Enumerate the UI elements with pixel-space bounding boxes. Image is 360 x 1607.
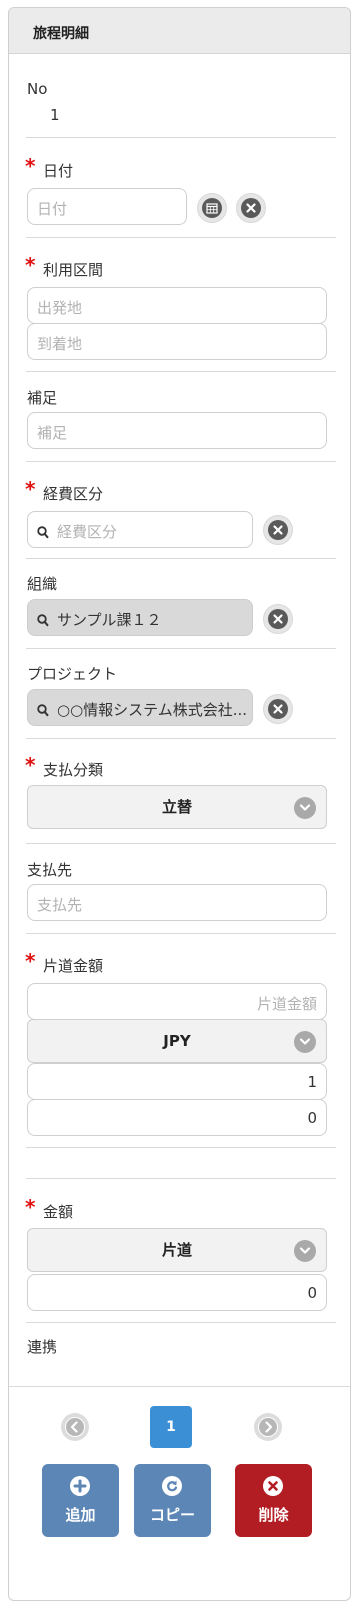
- departure-input[interactable]: 出発地: [27, 287, 327, 324]
- divider: [26, 1322, 336, 1323]
- expense-category-placeholder: 経費区分: [57, 523, 118, 541]
- chevron-left-icon: [66, 1418, 84, 1436]
- delete-button[interactable]: 削除: [235, 1464, 312, 1537]
- date-input[interactable]: 日付: [27, 188, 187, 225]
- divider: [26, 1147, 336, 1148]
- chevron-down-icon: [294, 1031, 316, 1053]
- trip-type-select[interactable]: 片道: [27, 1228, 327, 1272]
- one-way-amount-input[interactable]: 片道金額: [27, 983, 327, 1020]
- search-icon: [37, 526, 49, 539]
- project-label: プロジェクト: [27, 665, 118, 683]
- chevron-right-icon: [259, 1418, 277, 1436]
- divider: [26, 1178, 336, 1179]
- add-button[interactable]: 追加: [42, 1464, 119, 1537]
- exchange-rate-input[interactable]: 1: [27, 1063, 327, 1100]
- divider: [26, 933, 336, 934]
- next-page-button[interactable]: [254, 1413, 282, 1441]
- expense-category-label: * 経費区分: [25, 477, 104, 503]
- divider: [26, 371, 336, 372]
- organization-search[interactable]: サンプル課１２: [27, 599, 253, 636]
- divider: [9, 1386, 350, 1387]
- payment-class-label: * 支払分類: [25, 753, 104, 779]
- link-label: 連携: [27, 1338, 58, 1356]
- divider: [26, 137, 336, 138]
- organization-value: サンプル課１２: [57, 611, 162, 629]
- supplement-label: 補足: [27, 389, 58, 407]
- calendar-button[interactable]: [197, 193, 227, 223]
- required-mark: *: [25, 753, 36, 777]
- divider: [26, 738, 336, 739]
- converted-amount-input[interactable]: 0: [27, 1099, 327, 1136]
- amount-input[interactable]: 0: [27, 1274, 327, 1311]
- panel-title: 旅程明細: [9, 8, 350, 54]
- no-label: No: [27, 80, 48, 98]
- prev-page-button[interactable]: [61, 1413, 89, 1441]
- payment-class-select[interactable]: 立替: [27, 785, 327, 829]
- add-button-label: 追加: [65, 1506, 96, 1524]
- delete-button-label: 削除: [258, 1506, 289, 1524]
- divider: [26, 843, 336, 844]
- currency-select[interactable]: JPY: [27, 1019, 327, 1063]
- clear-icon: [241, 198, 261, 218]
- trip-type-value: 片道: [161, 1241, 192, 1259]
- clear-organization-button[interactable]: [263, 604, 293, 634]
- divider: [26, 461, 336, 462]
- project-value: ○○情報システム株式会社...: [57, 701, 248, 719]
- clear-date-button[interactable]: [236, 193, 266, 223]
- calendar-icon: [202, 198, 222, 218]
- divider: [26, 648, 336, 649]
- clear-project-button[interactable]: [263, 694, 293, 724]
- payee-input[interactable]: 支払先: [27, 884, 327, 921]
- refresh-icon: [162, 1476, 182, 1496]
- search-icon: [37, 614, 49, 627]
- one-way-amount-label: * 片道金額: [25, 949, 104, 975]
- no-value: 1: [50, 106, 60, 124]
- organization-label: 組織: [27, 575, 58, 593]
- clear-expense-category-button[interactable]: [263, 515, 293, 545]
- arrival-input[interactable]: 到着地: [27, 323, 327, 360]
- expense-category-search[interactable]: 経費区分: [27, 511, 253, 548]
- chevron-down-icon: [294, 1240, 316, 1262]
- copy-button-label: コピー: [149, 1506, 195, 1524]
- required-mark: *: [25, 949, 36, 973]
- required-mark: *: [25, 154, 36, 178]
- divider: [26, 558, 336, 559]
- date-label: * 日付: [25, 154, 74, 180]
- required-mark: *: [25, 477, 36, 501]
- payee-label: 支払先: [27, 861, 73, 879]
- payment-class-value: 立替: [161, 798, 192, 816]
- current-page[interactable]: 1: [150, 1406, 192, 1448]
- currency-value: JPY: [163, 1032, 191, 1050]
- copy-button[interactable]: コピー: [134, 1464, 211, 1537]
- clear-icon: [268, 609, 288, 629]
- clear-icon: [268, 520, 288, 540]
- required-mark: *: [25, 253, 36, 277]
- required-mark: *: [25, 1195, 36, 1219]
- project-search[interactable]: ○○情報システム株式会社...: [27, 689, 253, 726]
- search-icon: [37, 704, 49, 717]
- chevron-down-icon: [294, 797, 316, 819]
- close-icon: [263, 1476, 283, 1496]
- clear-icon: [268, 699, 288, 719]
- divider: [26, 237, 336, 238]
- plus-icon: [70, 1476, 90, 1496]
- travel-detail-panel: 旅程明細 No 1 * 日付 日付 * 利用区間 出発地 到着地 補足 補足 * 経費…: [8, 7, 351, 1601]
- route-label: * 利用区間: [25, 253, 104, 279]
- amount-label: * 金額: [25, 1195, 74, 1221]
- supplement-input[interactable]: 補足: [27, 412, 327, 449]
